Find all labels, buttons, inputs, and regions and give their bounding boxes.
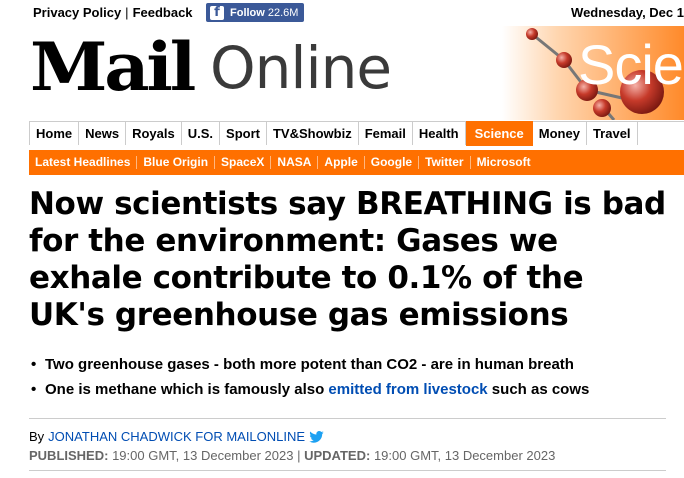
top-links: Privacy Policy | Feedback [33, 5, 193, 20]
divider [29, 418, 666, 419]
subnav-latest-headlines[interactable]: Latest Headlines [29, 156, 138, 169]
subnav-twitter[interactable]: Twitter [419, 156, 471, 169]
nav-home[interactable]: Home [30, 122, 80, 145]
nav-royals[interactable]: Royals [126, 122, 182, 145]
science-subnavigation: Latest Headlines Blue Origin SpaceX NASA… [29, 150, 684, 175]
subnav-nasa[interactable]: NASA [271, 156, 319, 169]
science-channel-banner: Scie [502, 26, 684, 120]
summary-bullet-text: One is methane which is famously also [45, 381, 329, 398]
publish-dates: PUBLISHED: 19:00 GMT, 13 December 2023 |… [29, 448, 555, 463]
divider [29, 470, 666, 471]
livestock-link[interactable]: emitted from livestock [328, 381, 487, 398]
online-logo[interactable]: Online [210, 34, 392, 102]
nav-news[interactable]: News [79, 122, 127, 145]
updated-label: UPDATED: [304, 448, 371, 463]
channel-name: Scie [578, 33, 684, 96]
updated-date: 19:00 GMT, 13 December 2023 [373, 448, 556, 463]
nav-femail[interactable]: Femail [359, 122, 413, 145]
subnav-apple[interactable]: Apple [318, 156, 365, 169]
mail-logo[interactable]: Mail [30, 28, 196, 106]
byline-prefix: By [29, 429, 45, 444]
subnav-google[interactable]: Google [365, 156, 420, 169]
subnav-blue-origin[interactable]: Blue Origin [137, 156, 216, 169]
facebook-follow-label: Follow [230, 6, 265, 19]
published-date: 19:00 GMT, 13 December 2023 [112, 448, 294, 463]
byline: By JONATHAN CHADWICK FOR MAILONLINE [29, 429, 324, 444]
summary-bullet: Two greenhouse gases - both more potent … [29, 356, 679, 373]
nav-science[interactable]: Science [465, 121, 533, 146]
published-label: PUBLISHED: [29, 448, 109, 463]
nav-health[interactable]: Health [413, 122, 466, 145]
top-links-separator: | [125, 5, 129, 20]
summary-bullet-text: such as cows [487, 381, 590, 398]
main-navigation: Home News Royals U.S. Sport TV&Showbiz F… [29, 121, 684, 146]
summary-bullet: One is methane which is famously also em… [29, 381, 679, 398]
feedback-link[interactable]: Feedback [133, 5, 193, 20]
facebook-follow-button[interactable]: f Follow 22.6M [206, 3, 304, 22]
nav-us[interactable]: U.S. [182, 122, 221, 145]
privacy-policy-link[interactable]: Privacy Policy [33, 5, 121, 20]
current-date: Wednesday, Dec 1 [571, 5, 684, 20]
article-headline: Now scientists say BREATHING is bad for … [29, 186, 666, 333]
dates-separator: | [297, 448, 301, 463]
twitter-icon[interactable] [309, 430, 324, 443]
subnav-microsoft[interactable]: Microsoft [471, 156, 537, 169]
article-summary: Two greenhouse gases - both more potent … [29, 356, 679, 406]
author-link[interactable]: JONATHAN CHADWICK FOR MAILONLINE [48, 429, 305, 444]
masthead: Mail Online Scie [0, 26, 684, 120]
nav-tvshowbiz[interactable]: TV&Showbiz [267, 122, 359, 145]
facebook-icon: f [210, 5, 224, 20]
nav-money[interactable]: Money [533, 122, 587, 145]
nav-travel[interactable]: Travel [587, 122, 638, 145]
nav-sport[interactable]: Sport [220, 122, 267, 145]
facebook-follower-count: 22.6M [267, 6, 299, 19]
subnav-spacex[interactable]: SpaceX [215, 156, 272, 169]
top-utility-bar: Privacy Policy | Feedback f Follow 22.6M W… [0, 0, 684, 26]
